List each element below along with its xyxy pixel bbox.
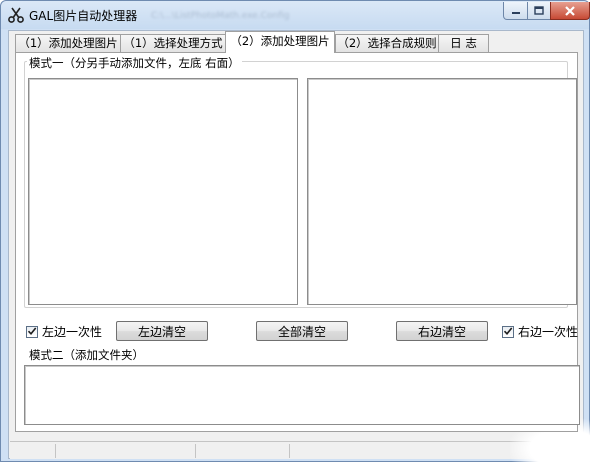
- title-bar[interactable]: GAL图片自动处理器 C:\...\ListPhotoMath.exe.Conf…: [1, 1, 590, 29]
- checkbox-box[interactable]: [26, 325, 38, 339]
- left-image-list[interactable]: [28, 78, 298, 305]
- left-once-label: 左边一次性: [42, 325, 103, 339]
- button-label: 右边清空: [417, 324, 466, 339]
- mode1-label: 模式一（分另手动添加文件，左底 右面）: [27, 55, 242, 71]
- tab-label: 日 志: [450, 36, 477, 50]
- tab-label: （1）选择处理方式: [123, 36, 223, 50]
- client-area: （1）添加处理图片 （1）选择处理方式 （2）添加处理图片 （2）选择合成规则 …: [8, 30, 584, 459]
- tab-label: （2）选择合成规则: [337, 36, 437, 50]
- checkmark-icon: [503, 325, 513, 339]
- checkbox-box[interactable]: [502, 325, 514, 339]
- status-panel: [56, 444, 196, 458]
- maximize-button[interactable]: [527, 2, 551, 20]
- window-title: GAL图片自动处理器: [29, 9, 138, 23]
- clear-left-button[interactable]: 左边清空: [116, 321, 208, 341]
- close-icon: [564, 5, 576, 16]
- tab-add-images-2[interactable]: （2）添加处理图片: [225, 31, 335, 53]
- minimize-icon: [511, 7, 521, 15]
- tab-log[interactable]: 日 志: [438, 34, 489, 52]
- status-panel: [10, 444, 56, 458]
- app-window: GAL图片自动处理器 C:\...\ListPhotoMath.exe.Conf…: [0, 0, 590, 462]
- mode2-label: 模式二（添加文件夹）: [29, 348, 144, 362]
- tab-compose-rules[interactable]: （2）选择合成规则: [335, 34, 439, 52]
- right-once-checkbox[interactable]: 右边一次性: [502, 323, 578, 340]
- tab-page: 模式一（分另手动添加文件，左底 右面） 左边一次性 左边清空 全部清空 右边清空: [15, 52, 580, 432]
- tab-label: （1）添加处理图片: [18, 36, 118, 50]
- maximize-icon: [534, 6, 544, 15]
- tab-label: （2）添加处理图片: [230, 34, 330, 48]
- tab-add-images-1[interactable]: （1）添加处理图片: [15, 34, 121, 52]
- button-label: 左边清空: [137, 324, 186, 339]
- scissors-icon: [7, 6, 25, 24]
- close-button[interactable]: [550, 2, 590, 20]
- right-once-label: 右边一次性: [518, 325, 579, 339]
- status-bar: [10, 441, 584, 459]
- folder-list[interactable]: [24, 365, 580, 425]
- minimize-button[interactable]: [503, 2, 528, 20]
- clear-right-button[interactable]: 右边清空: [396, 321, 488, 341]
- clear-all-button[interactable]: 全部清空: [256, 321, 348, 341]
- button-label: 全部清空: [277, 324, 326, 339]
- tab-select-method[interactable]: （1）选择处理方式: [120, 34, 226, 52]
- blurred-caption-text: C:\...\ListPhotoMath.exe.Config: [151, 11, 290, 21]
- right-image-list[interactable]: [307, 78, 577, 305]
- left-once-checkbox[interactable]: 左边一次性: [26, 323, 102, 340]
- checkmark-icon: [27, 325, 37, 339]
- status-panel: [196, 444, 290, 458]
